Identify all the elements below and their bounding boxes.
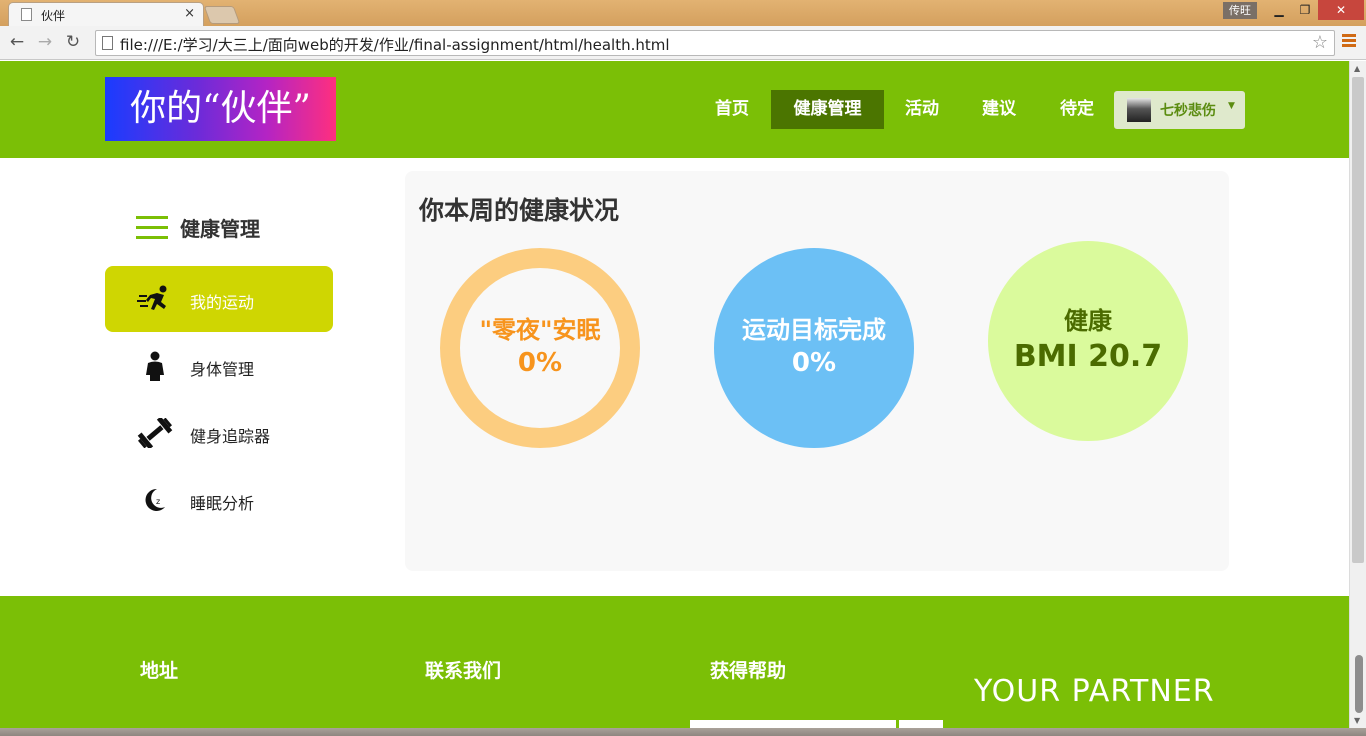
svg-text:z: z	[156, 497, 160, 506]
menu-icon[interactable]	[1342, 32, 1356, 52]
stat-value: 0%	[791, 348, 837, 378]
page-icon	[102, 36, 113, 50]
user-name: 七秒悲伤	[1160, 103, 1216, 119]
star-icon[interactable]: ☆	[1312, 32, 1328, 53]
stat-label: 健康	[1064, 307, 1112, 335]
sleep-stat-circle: "零夜"安眠 0%	[440, 248, 640, 448]
footer-brand: YOUR PARTNER	[974, 674, 1215, 709]
stat-value: BMI 20.7	[1013, 339, 1163, 374]
dumbbell-icon	[137, 418, 173, 448]
avatar	[1127, 98, 1151, 122]
running-icon	[137, 285, 167, 310]
nav-health[interactable]: 健康管理	[771, 90, 884, 129]
sidebar-item-label: 健身追踪器	[190, 427, 271, 446]
os-taskbar	[0, 728, 1366, 736]
browser-toolbar: ← → ↻ file:///E:/学习/大三上/面向web的开发/作业/fina…	[0, 26, 1366, 60]
site-logo[interactable]: 你的“伙伴”	[105, 77, 336, 141]
site-header: 你的“伙伴” 首页 健康管理 活动 建议 待定 七秒悲伤 ▼	[0, 61, 1349, 158]
footer-heading-contact: 联系我们	[425, 660, 502, 682]
scrollbar-thumb[interactable]	[1352, 77, 1364, 563]
user-menu-dropdown[interactable]: 七秒悲伤 ▼	[1114, 91, 1245, 129]
browser-title-bar: 伙伴 × 传旺 ▁ ❐ ✕	[0, 0, 1366, 26]
new-tab-button[interactable]	[203, 6, 241, 24]
minimize-window-button[interactable]: ▁	[1266, 0, 1292, 20]
sidebar-item-label: 身体管理	[190, 360, 255, 379]
person-icon	[146, 351, 164, 381]
moon-icon: z	[145, 488, 165, 511]
browser-user-badge[interactable]: 传旺	[1223, 2, 1257, 19]
url-text[interactable]: file:///E:/学习/大三上/面向web的开发/作业/final-assi…	[120, 34, 670, 55]
site-footer: 地址 联系我们 获得帮助 YOUR PARTNER	[0, 596, 1349, 728]
help-submit-button[interactable]	[899, 720, 943, 728]
sidebar-item-sleep[interactable]: z 睡眠分析	[105, 467, 333, 533]
hamburger-icon	[136, 216, 168, 240]
sidebar-item-label: 睡眠分析	[190, 494, 255, 513]
sidebar-item-tracker[interactable]: 健身追踪器	[105, 400, 333, 466]
forward-arrow-icon[interactable]: →	[34, 32, 56, 52]
scroll-up-icon[interactable]: ▲	[1354, 64, 1360, 73]
sidebar-item-body[interactable]: 身体管理	[105, 333, 333, 399]
scroll-down-icon[interactable]: ▼	[1354, 716, 1360, 725]
close-tab-icon[interactable]: ×	[184, 6, 195, 21]
help-input[interactable]	[690, 720, 896, 728]
nav-advice[interactable]: 建议	[963, 90, 1035, 129]
footer-heading-help: 获得帮助	[710, 660, 787, 682]
sidebar-item-label: 我的运动	[190, 293, 255, 312]
footer-heading-address: 地址	[140, 660, 179, 682]
page-scrollbar[interactable]: ▲ ▼	[1349, 61, 1366, 728]
nav-activity[interactable]: 活动	[886, 90, 958, 129]
back-arrow-icon[interactable]: ←	[6, 32, 28, 52]
browser-tab[interactable]: 伙伴 ×	[8, 2, 204, 26]
reload-icon[interactable]: ↻	[62, 32, 84, 52]
health-panel: 你本周的健康状况 "零夜"安眠 0% 运动目标完成 0% 健康 BMI 20.7	[405, 171, 1229, 571]
scroll-indicator	[1355, 655, 1363, 713]
nav-tbd[interactable]: 待定	[1041, 90, 1113, 129]
tab-title: 伙伴	[41, 9, 66, 23]
address-bar[interactable]: file:///E:/学习/大三上/面向web的开发/作业/final-assi…	[95, 30, 1335, 56]
sidebar-item-my-sport[interactable]: 我的运动	[105, 266, 333, 332]
stat-label: 运动目标完成	[742, 316, 886, 344]
stat-label: "零夜"安眠	[479, 316, 601, 344]
bmi-stat-circle: 健康 BMI 20.7	[988, 241, 1188, 441]
stat-value: 0%	[517, 348, 563, 378]
sport-goal-stat-circle: 运动目标完成 0%	[714, 248, 914, 448]
panel-title: 你本周的健康状况	[419, 196, 620, 225]
sidebar-title: 健康管理	[180, 217, 260, 241]
page-icon	[21, 8, 32, 21]
maximize-window-button[interactable]: ❐	[1292, 0, 1318, 20]
nav-home[interactable]: 首页	[696, 90, 768, 129]
chevron-down-icon: ▼	[1228, 101, 1235, 111]
page-viewport: 你的“伙伴” 首页 健康管理 活动 建议 待定 七秒悲伤 ▼ 健康管理 我的运动	[0, 61, 1349, 728]
close-window-button[interactable]: ✕	[1318, 0, 1364, 20]
